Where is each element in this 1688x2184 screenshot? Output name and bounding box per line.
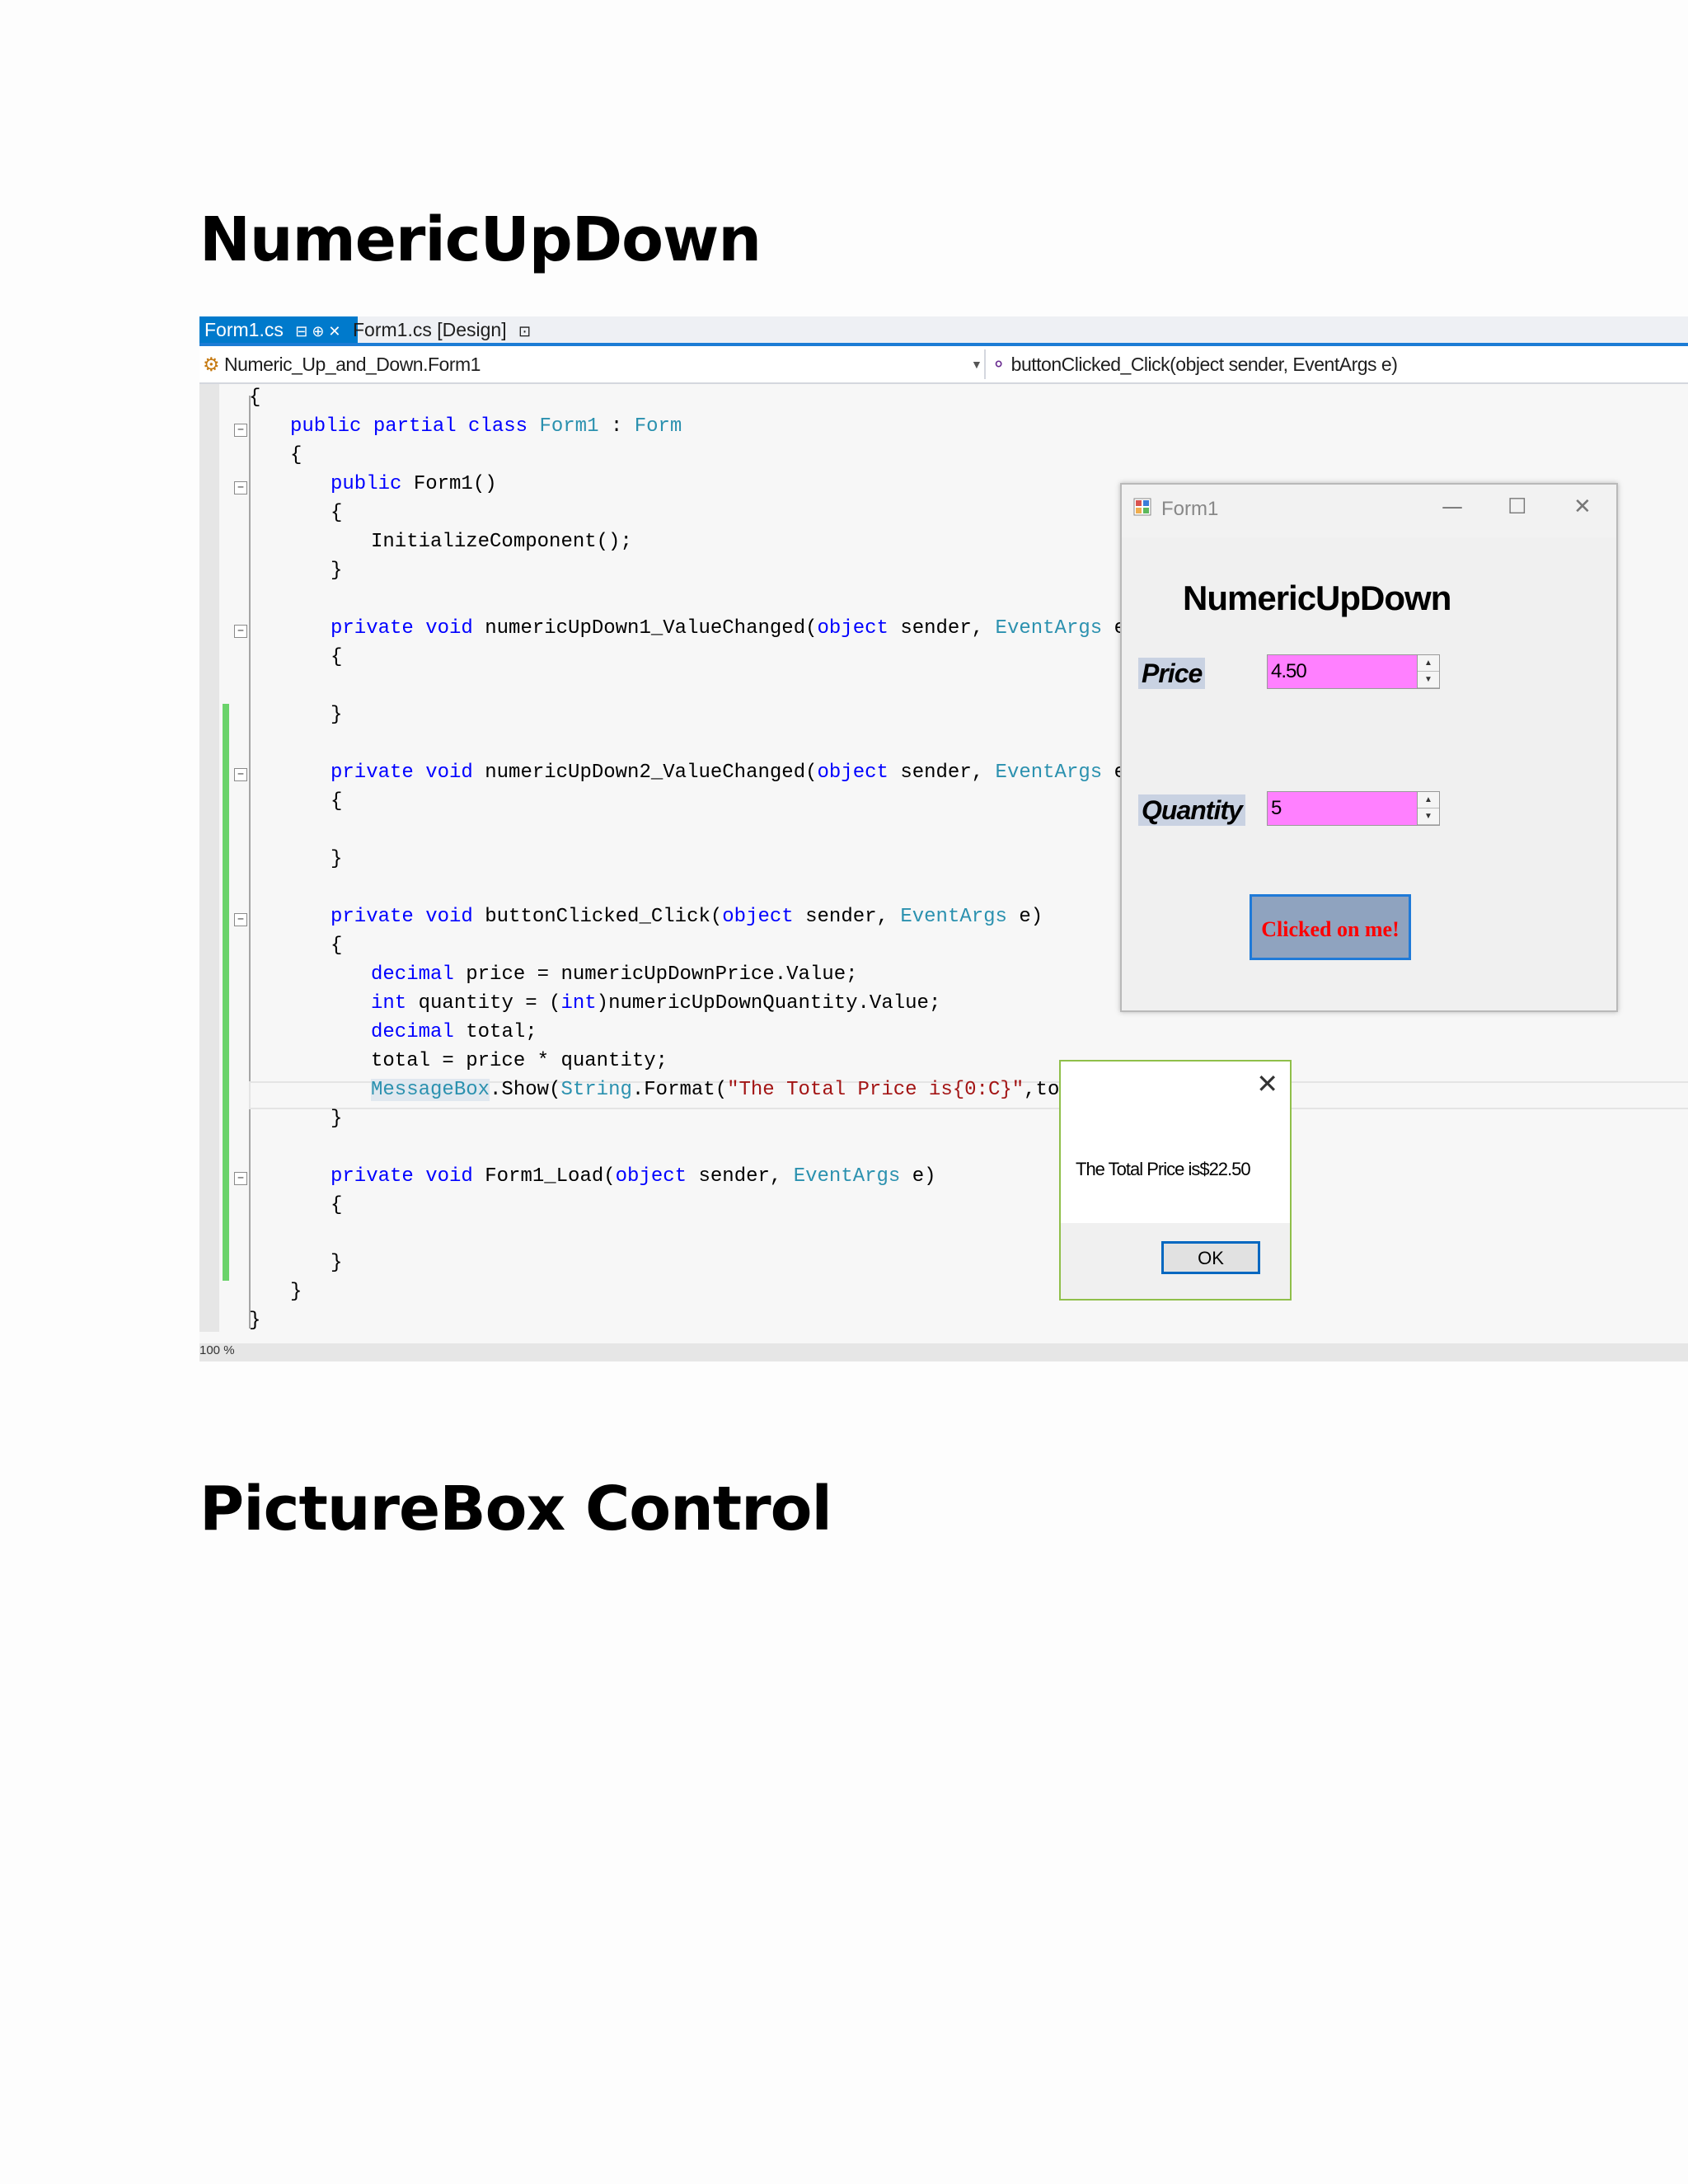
- editor-status-bar: 100 %: [199, 1343, 1688, 1361]
- collapse-icon[interactable]: −: [234, 481, 247, 494]
- editor-gutter: [199, 384, 219, 1332]
- code-line: }: [331, 704, 343, 726]
- code-line: MessageBox.Show(String.Format("The Total…: [371, 1079, 1131, 1101]
- tab-form1-cs[interactable]: Form1.cs ⊟ ⊕ ✕: [199, 316, 358, 343]
- chevron-down-icon[interactable]: ▼: [971, 346, 982, 382]
- code-line: {: [331, 790, 343, 813]
- class-icon: ⚙: [203, 354, 220, 375]
- collapse-icon[interactable]: −: [234, 625, 247, 638]
- code-line: }: [331, 1108, 343, 1130]
- code-line: {: [331, 646, 343, 668]
- code-line: decimal total;: [371, 1021, 537, 1043]
- code-line: {: [331, 935, 343, 957]
- member-selector[interactable]: ⚬ buttonClicked_Click(object sender, Eve…: [991, 346, 1398, 382]
- ok-button[interactable]: OK: [1161, 1241, 1260, 1274]
- change-indicator-bar: [223, 704, 229, 1281]
- quantity-label: Quantity: [1138, 794, 1245, 826]
- method-icon: ⚬: [991, 354, 1006, 375]
- messagebox-footer: OK: [1061, 1223, 1290, 1299]
- tab-form1-design[interactable]: Form1.cs [Design] ⊡: [348, 316, 536, 343]
- tab-label: Form1.cs [Design]: [353, 319, 507, 340]
- ide-screenshot: Form1.cs ⊟ ⊕ ✕ Form1.cs [Design] ⊡ ⚙ Num…: [199, 316, 1688, 1361]
- close-icon[interactable]: ✕: [1573, 494, 1592, 519]
- messagebox-text: The Total Price is$22.50: [1076, 1159, 1251, 1179]
- code-line: }: [290, 1281, 302, 1303]
- form1-title-bar[interactable]: Form1 — ☐ ✕: [1122, 485, 1616, 537]
- code-line: {: [290, 444, 302, 466]
- quantity-value[interactable]: 5: [1271, 792, 1282, 825]
- form1-heading: NumericUpDown: [1183, 579, 1451, 617]
- zoom-level[interactable]: 100 %: [199, 1343, 235, 1357]
- price-value[interactable]: 4.50: [1271, 655, 1307, 688]
- arrow-down-icon[interactable]: ▼: [1418, 808, 1439, 825]
- collapse-icon[interactable]: −: [234, 424, 247, 437]
- code-line: int quantity = (int)numericUpDownQuantit…: [371, 992, 941, 1015]
- clicked-button[interactable]: Clicked on me!: [1250, 894, 1411, 960]
- section-heading-numericupdown: NumericUpDown: [199, 204, 762, 275]
- code-line: public partial class Form1 : Form: [290, 415, 682, 438]
- updown-spinner[interactable]: ▲ ▼: [1417, 792, 1439, 825]
- class-selector[interactable]: ⚙ Numeric_Up_and_Down.Form1: [203, 346, 481, 382]
- arrow-down-icon[interactable]: ▼: [1418, 672, 1439, 688]
- collapse-icon[interactable]: −: [234, 913, 247, 926]
- code-line: private void numericUpDown1_ValueChanged…: [331, 617, 1137, 640]
- navigation-bar: ⚙ Numeric_Up_and_Down.Form1 ▼ ⚬ buttonCl…: [199, 346, 1688, 384]
- close-icon[interactable]: ✕: [1256, 1068, 1278, 1099]
- lock-icon: ⊡: [518, 323, 532, 340]
- code-line: decimal price = numericUpDownPrice.Value…: [371, 963, 858, 986]
- collapse-icon[interactable]: −: [234, 768, 247, 781]
- code-line: {: [331, 502, 343, 524]
- code-line: private void Form1_Load(object sender, E…: [331, 1165, 936, 1188]
- form1-title: Form1: [1161, 498, 1219, 520]
- messagebox-dialog: ✕ The Total Price is$22.50 OK: [1059, 1060, 1292, 1301]
- form1-window: Form1 — ☐ ✕ NumericUpDown Price 4.50 ▲ ▼ …: [1120, 483, 1618, 1012]
- class-selector-label: Numeric_Up_and_Down.Form1: [224, 354, 481, 375]
- section-heading-picturebox: PictureBox Control: [199, 1474, 832, 1544]
- code-line: }: [249, 1310, 261, 1332]
- code-line: InitializeComponent();: [371, 531, 632, 553]
- code-line: }: [331, 1252, 343, 1274]
- member-selector-label: buttonClicked_Click(object sender, Event…: [1010, 354, 1398, 375]
- tab-pin-close-icons[interactable]: ⊟ ⊕ ✕: [295, 323, 340, 340]
- editor-tab-strip: Form1.cs ⊟ ⊕ ✕ Form1.cs [Design] ⊡: [199, 316, 1688, 346]
- form-app-icon: [1133, 498, 1151, 516]
- code-line: private void numericUpDown2_ValueChanged…: [331, 762, 1137, 784]
- quantity-numeric-updown[interactable]: 5 ▲ ▼: [1267, 791, 1440, 826]
- code-line: {: [249, 387, 261, 409]
- code-line: private void buttonClicked_Click(object …: [331, 906, 1043, 928]
- collapse-icon[interactable]: −: [234, 1172, 247, 1185]
- outline-line: [249, 396, 251, 1329]
- code-line: public Form1(): [331, 473, 497, 495]
- maximize-icon[interactable]: ☐: [1507, 494, 1526, 519]
- arrow-up-icon[interactable]: ▲: [1418, 792, 1439, 808]
- code-line: }: [331, 560, 343, 582]
- price-label: Price: [1138, 658, 1206, 689]
- arrow-up-icon[interactable]: ▲: [1418, 655, 1439, 672]
- divider: [984, 349, 986, 379]
- price-numeric-updown[interactable]: 4.50 ▲ ▼: [1267, 654, 1440, 689]
- code-line: {: [331, 1194, 343, 1216]
- tab-label: Form1.cs: [204, 319, 284, 340]
- code-line: }: [331, 848, 343, 870]
- updown-spinner[interactable]: ▲ ▼: [1417, 655, 1439, 688]
- minimize-icon[interactable]: —: [1442, 494, 1463, 519]
- code-line: total = price * quantity;: [371, 1050, 668, 1072]
